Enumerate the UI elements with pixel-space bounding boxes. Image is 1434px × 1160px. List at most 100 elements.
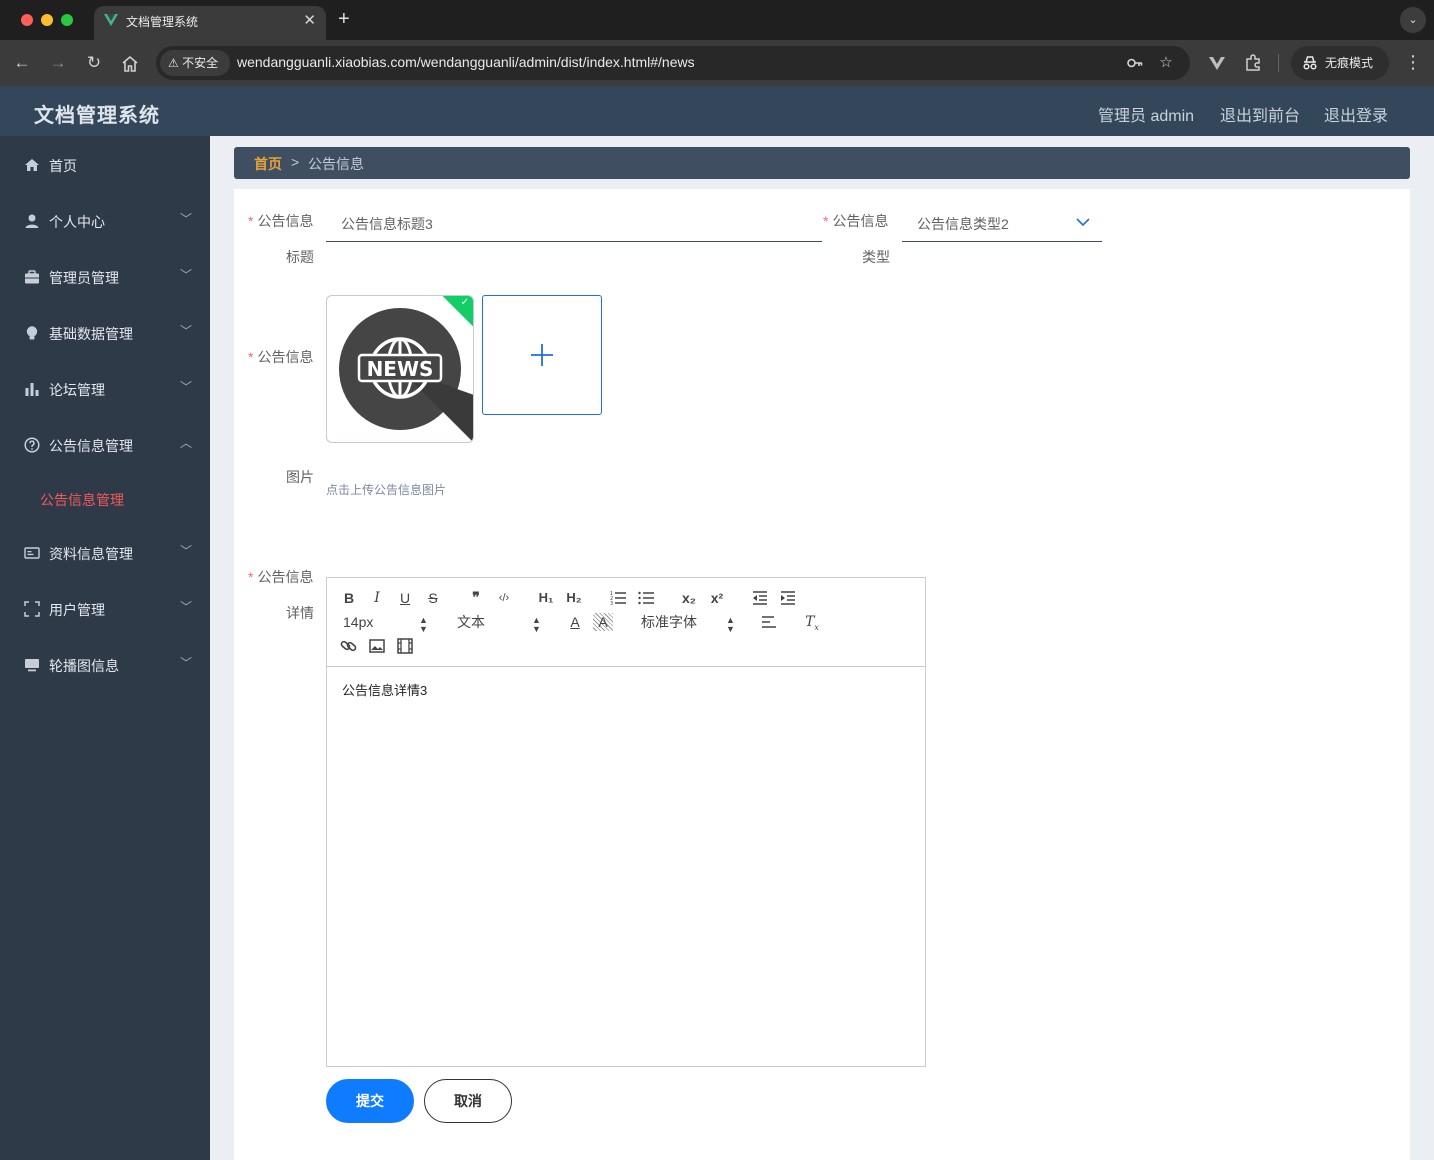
label-text: 公告信息 xyxy=(257,349,314,365)
sidebar-item-admin-management[interactable]: 管理员管理 ﹀ xyxy=(0,248,210,304)
security-chip[interactable]: ⚠ 不安全 xyxy=(160,50,230,76)
editor-content[interactable]: 公告信息详情3 xyxy=(342,680,427,699)
type-select-value: 公告信息类型2 xyxy=(917,216,1009,232)
vue-devtools-icon[interactable] xyxy=(1207,53,1227,73)
code-block-icon[interactable]: ‹/› xyxy=(494,589,514,607)
sidebar-item-personal-center[interactable]: 个人中心 ﹀ xyxy=(0,192,210,248)
incognito-badge[interactable]: 无痕模式 xyxy=(1291,46,1389,80)
sidebar-item-base-data[interactable]: 基础数据管理 ﹀ xyxy=(0,304,210,360)
tab-search-button[interactable]: ⌄ xyxy=(1400,7,1426,33)
breadcrumb-current: 公告信息 xyxy=(308,156,364,172)
bookmark-star-icon[interactable]: ☆ xyxy=(1157,54,1175,72)
header-select[interactable]: 文本 xyxy=(457,613,485,631)
video-icon[interactable] xyxy=(395,637,415,655)
clear-format-icon[interactable]: Tx xyxy=(802,613,822,632)
background-color-icon[interactable]: A xyxy=(593,613,613,631)
sidebar-item-user-management[interactable]: 用户管理 ﹀ xyxy=(0,580,210,636)
sidebar-item-document-info[interactable]: 资料信息管理 ﹀ xyxy=(0,524,210,580)
address-bar[interactable]: ⚠ 不安全 wendangguanli.xiaobias.com/wendang… xyxy=(156,46,1190,80)
forward-arrow-icon[interactable]: → xyxy=(48,53,68,73)
image-icon[interactable] xyxy=(367,637,387,655)
subscript-icon[interactable]: x₂ xyxy=(679,589,699,607)
sidebar-item-label: 用户管理 xyxy=(49,602,105,618)
rich-text-editor: B I U S ❞ ‹/› H₁ H₂ 1 2 3 x₂ x² 14px ▲ ▼… xyxy=(326,577,926,1067)
uploaded-image-thumbnail[interactable]: NEWS ✓ xyxy=(326,295,474,443)
link-icon[interactable] xyxy=(339,637,359,655)
title-field-label-line2: 标题 xyxy=(286,249,314,265)
label-text: 公告信息 xyxy=(257,569,314,585)
browser-toolbar: ← → ↻ ⚠ 不安全 wendangguanli.xiaobias.com/w… xyxy=(0,40,1434,86)
text-color-icon[interactable]: A xyxy=(565,613,585,631)
sidebar-item-label: 个人中心 xyxy=(49,214,105,230)
breadcrumb: 首页 > 公告信息 xyxy=(234,147,1410,179)
extensions-icon[interactable] xyxy=(1243,53,1263,73)
key-icon[interactable] xyxy=(1126,54,1144,72)
type-field-label-line2: 类型 xyxy=(862,249,890,265)
title-input[interactable] xyxy=(326,206,822,242)
back-arrow-icon[interactable]: ← xyxy=(12,53,32,73)
sidebar-subitem-notice-management[interactable]: 公告信息管理 xyxy=(0,478,210,518)
ordered-list-icon[interactable]: 1 2 3 xyxy=(609,589,629,607)
frame-icon xyxy=(24,601,40,617)
font-size-select[interactable]: 14px xyxy=(343,613,373,631)
editor-toolbar: B I U S ❞ ‹/› H₁ H₂ 1 2 3 x₂ x² 14px ▲ ▼… xyxy=(327,578,925,667)
chevron-down-icon: ﹀ xyxy=(180,656,193,670)
cancel-button[interactable]: 取消 xyxy=(424,1079,512,1123)
heading-1-icon[interactable]: H₁ xyxy=(535,589,557,607)
url-text[interactable]: wendangguanli.xiaobias.com/wendangguanli… xyxy=(237,54,695,70)
italic-icon[interactable]: I xyxy=(367,589,387,607)
briefcase-icon xyxy=(25,270,39,284)
tab-close-icon[interactable]: ✕ xyxy=(303,11,316,29)
strikethrough-icon[interactable]: S xyxy=(423,589,443,607)
superscript-icon[interactable]: x² xyxy=(707,589,727,607)
window-minimize-button[interactable] xyxy=(41,14,53,26)
sidebar-item-carousel[interactable]: 轮播图信息 ﹀ xyxy=(0,636,210,692)
blockquote-icon[interactable]: ❞ xyxy=(466,589,486,607)
font-family-select[interactable]: 标准字体 xyxy=(641,613,697,631)
sidebar-item-label: 论坛管理 xyxy=(49,382,105,398)
browser-tab[interactable]: 文档管理系统 ✕ xyxy=(94,6,326,40)
browser-tab-bar: 文档管理系统 ✕ + ⌄ xyxy=(0,0,1434,40)
heading-2-icon[interactable]: H₂ xyxy=(563,589,585,607)
bar-chart-icon xyxy=(25,383,39,396)
underline-icon[interactable]: U xyxy=(395,589,415,607)
reload-icon[interactable]: ↻ xyxy=(84,53,104,73)
select-arrows-icon: ▲ ▼ xyxy=(726,615,735,634)
chevron-down-icon: ﹀ xyxy=(180,600,193,614)
app-title: 文档管理系统 xyxy=(34,105,160,127)
notice-form-card: *公告信息 标题 *公告信息 类型 公告信息类型2 *公告信息 图片 xyxy=(234,189,1410,1160)
select-arrows-icon: ▲ ▼ xyxy=(532,615,541,634)
outdent-icon[interactable] xyxy=(750,589,770,607)
sidebar-item-notice-management[interactable]: 公告信息管理 ︿ xyxy=(0,416,210,472)
sidebar-item-home[interactable]: 首页 xyxy=(0,136,210,192)
window-close-button[interactable] xyxy=(21,14,33,26)
required-mark: * xyxy=(248,349,254,365)
security-label: 不安全 xyxy=(182,56,219,70)
home-page-icon[interactable] xyxy=(120,54,140,74)
svg-text:3: 3 xyxy=(610,601,613,607)
bold-icon[interactable]: B xyxy=(339,589,359,607)
image-field-label: * 公告信息 xyxy=(248,347,313,367)
required-mark: * xyxy=(248,569,254,585)
indent-icon[interactable] xyxy=(778,589,798,607)
type-select[interactable]: 公告信息类型2 xyxy=(902,206,1102,242)
upload-tip: 点击上传公告信息图片 xyxy=(326,483,447,497)
window-zoom-button[interactable] xyxy=(61,14,73,26)
sidebar-item-forum[interactable]: 论坛管理 ﹀ xyxy=(0,360,210,416)
submit-button[interactable]: 提交 xyxy=(326,1079,414,1123)
chevron-up-icon: ︿ xyxy=(180,436,193,450)
toolbar-divider xyxy=(1278,54,1279,72)
align-left-icon[interactable] xyxy=(759,613,779,631)
incognito-label: 无痕模式 xyxy=(1325,56,1374,70)
sidebar-item-label: 管理员管理 xyxy=(49,270,119,286)
browser-menu-icon[interactable]: ⋮ xyxy=(1404,51,1422,73)
exit-to-frontend-link[interactable]: 退出到前台 xyxy=(1220,102,1300,126)
new-tab-button[interactable]: + xyxy=(338,7,350,31)
warning-icon: ⚠ xyxy=(168,56,179,70)
image-upload-button[interactable] xyxy=(482,295,602,415)
news-image-text: NEWS xyxy=(367,357,434,381)
tab-title: 文档管理系统 xyxy=(126,15,199,29)
breadcrumb-home-link[interactable]: 首页 xyxy=(254,154,282,174)
logout-link[interactable]: 退出登录 xyxy=(1324,102,1388,126)
bullet-list-icon[interactable] xyxy=(637,589,657,607)
